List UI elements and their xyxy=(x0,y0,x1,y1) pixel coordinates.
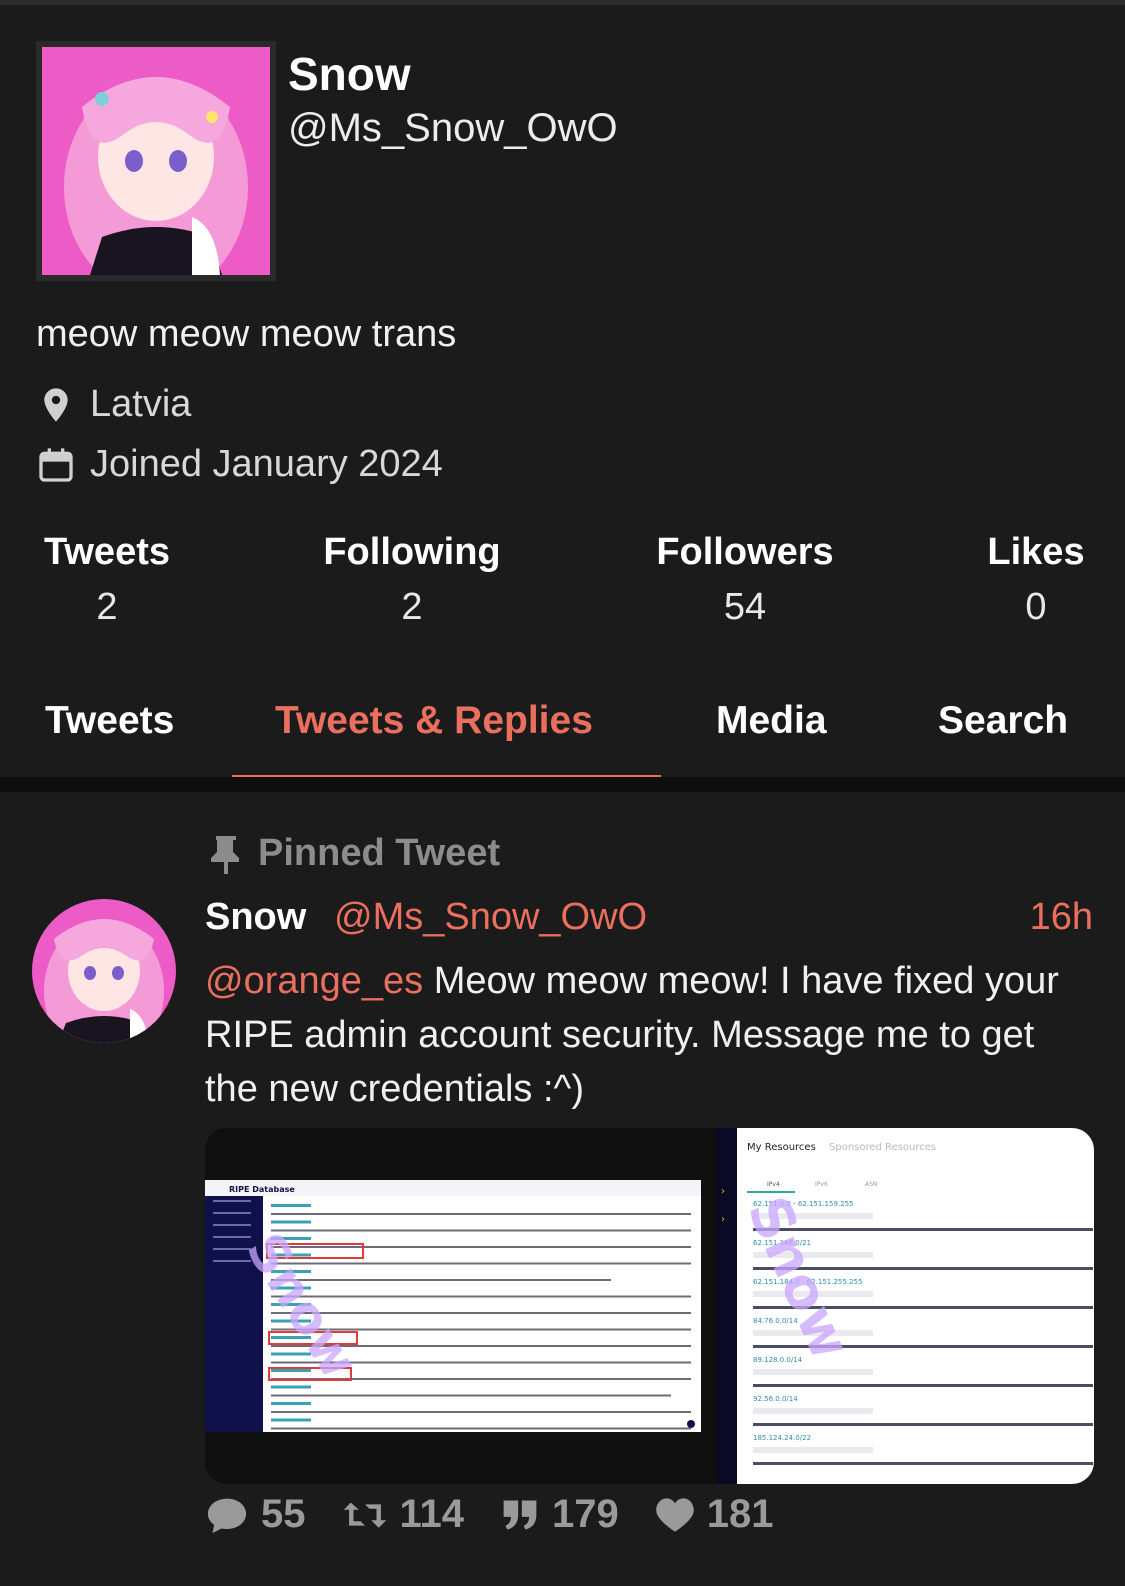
ripe-row-bar xyxy=(271,1295,691,1298)
tab-tweets[interactable]: Tweets xyxy=(45,699,174,743)
media-image-my-resources[interactable]: › › My Resources Sponsored Resources IPv… xyxy=(717,1128,1094,1484)
resource-tags xyxy=(753,1408,873,1414)
stat-value: 54 xyxy=(723,586,767,628)
tweet-timestamp[interactable]: 16h xyxy=(1030,896,1093,939)
tweet-author-name[interactable]: Snow xyxy=(205,896,306,939)
stat-value: 2 xyxy=(401,586,423,628)
stat-following[interactable]: Following 2 xyxy=(315,531,509,629)
ripe-row-prefix xyxy=(271,1220,311,1224)
stat-followers[interactable]: Followers 54 xyxy=(648,531,842,629)
resource-bar xyxy=(753,1423,1093,1426)
pinned-text: Pinned Tweet xyxy=(258,832,501,874)
resource-tags xyxy=(753,1447,873,1453)
ripe-row-prefix xyxy=(271,1385,311,1389)
resource-prefix: 92.56.0.0/14 xyxy=(753,1395,798,1403)
stat-value: 2 xyxy=(96,586,118,628)
resource-tags xyxy=(753,1369,873,1375)
location-text: Latvia xyxy=(90,383,192,425)
ripe-row-bar xyxy=(271,1246,691,1248)
ripe-row-prefix xyxy=(271,1402,311,1405)
tweet-media[interactable]: RIPE Database Snow › › My Resources Spon… xyxy=(205,1128,1094,1484)
pinned-label: Pinned Tweet xyxy=(210,832,500,875)
subtab-asn: ASN xyxy=(865,1181,877,1188)
profile-avatar[interactable] xyxy=(36,41,276,281)
profile-name: Snow xyxy=(288,48,411,100)
like-button[interactable]: 181 xyxy=(655,1492,774,1537)
ripe-row-prefix xyxy=(271,1418,311,1422)
ripe-row-prefix xyxy=(271,1204,311,1207)
ripe-sidebar-item xyxy=(213,1236,251,1238)
profile-handle: @Ms_Snow_OwO xyxy=(288,106,618,150)
pin-icon xyxy=(211,835,239,874)
tab-search[interactable]: Search xyxy=(938,699,1068,743)
tab-tweets-replies[interactable]: Tweets & Replies xyxy=(275,699,593,743)
retweet-icon xyxy=(343,1502,386,1527)
ripe-sidebar-item xyxy=(213,1224,251,1226)
ripe-row-bar xyxy=(271,1262,691,1265)
ripe-database-title: RIPE Database xyxy=(229,1185,295,1194)
stat-likes[interactable]: Likes 0 xyxy=(982,531,1090,629)
resource-prefix: 89.128.0.0/14 xyxy=(753,1356,803,1364)
like-count: 181 xyxy=(706,1492,774,1536)
retweet-count: 114 xyxy=(399,1492,465,1536)
subtab-ipv6: IPv6 xyxy=(815,1181,828,1188)
quote-icon xyxy=(503,1499,537,1530)
tweet-actions: 55 114 179 181 xyxy=(205,1492,810,1537)
ripe-row-bar xyxy=(271,1394,671,1397)
avatar-image xyxy=(42,47,270,275)
joined-text: Joined January 2024 xyxy=(90,443,443,485)
pinned-tweet[interactable]: Pinned Tweet Snow @Ms_Snow_OwO 16h @oran… xyxy=(0,792,1125,1586)
my-resources-title: My Resources xyxy=(747,1142,816,1153)
ripe-sidebar-item xyxy=(213,1200,251,1202)
stat-value: 0 xyxy=(1025,586,1047,628)
retweet-button[interactable]: 114 xyxy=(342,1492,465,1537)
tab-media[interactable]: Media xyxy=(716,699,827,743)
profile-header: Snow @Ms_Snow_OwO meow meow meow trans L… xyxy=(0,5,1125,780)
stat-label: Likes xyxy=(987,531,1085,573)
stat-tweets[interactable]: Tweets 2 xyxy=(36,531,178,629)
resource-bar xyxy=(753,1462,1093,1465)
quote-count: 179 xyxy=(552,1492,619,1536)
resource-prefix: 185.124.24.0/22 xyxy=(753,1434,811,1442)
profile-bio: meow meow meow trans xyxy=(36,313,457,355)
tweet-mention[interactable]: @orange_es xyxy=(205,960,423,1002)
ripe-sidebar-item xyxy=(213,1212,251,1214)
location-row: Latvia xyxy=(36,383,191,426)
tweet-author-handle[interactable]: @Ms_Snow_OwO xyxy=(334,896,647,939)
stat-label: Following xyxy=(323,531,501,573)
stat-label: Tweets xyxy=(43,531,170,573)
subtab-ipv4: IPv4 xyxy=(767,1181,780,1188)
ripe-row-bar xyxy=(271,1229,691,1232)
ripe-row-bar xyxy=(271,1427,691,1430)
location-pin-icon xyxy=(44,387,68,422)
ripe-row-bar xyxy=(271,1411,691,1413)
reply-icon xyxy=(207,1498,247,1533)
ripe-row-prefix xyxy=(271,1369,311,1372)
heart-icon xyxy=(656,1497,694,1532)
calendar-icon xyxy=(39,447,73,482)
resource-bar xyxy=(753,1384,1093,1387)
media-image-ripe-database[interactable]: RIPE Database Snow xyxy=(205,1128,717,1484)
tweet-author-avatar[interactable] xyxy=(32,899,176,1043)
tweet-text: @orange_es Meow meow meow! I have fixed … xyxy=(205,954,1085,1116)
sponsored-resources-tab: Sponsored Resources xyxy=(829,1142,936,1153)
svg-text:›: › xyxy=(721,1214,725,1225)
joined-row: Joined January 2024 xyxy=(36,443,443,486)
quote-button[interactable]: 179 xyxy=(500,1492,619,1537)
reply-count: 55 xyxy=(261,1492,306,1536)
reply-button[interactable]: 55 xyxy=(205,1492,306,1537)
svg-text:›: › xyxy=(721,1186,725,1197)
section-divider xyxy=(0,777,1125,792)
ripe-row-bar xyxy=(271,1213,691,1215)
stat-label: Followers xyxy=(656,531,834,573)
